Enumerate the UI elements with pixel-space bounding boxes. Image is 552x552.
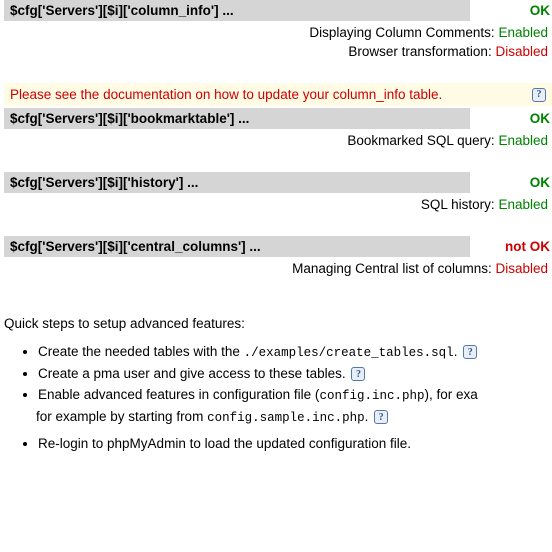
notice-text: Please see the documentation on how to u… <box>10 87 526 102</box>
list-item: Create the needed tables with the ./exam… <box>38 343 552 362</box>
cfg-label: $cfg['Servers'][$i]['central_columns'] .… <box>4 236 470 257</box>
cfg-status: OK <box>470 3 552 18</box>
code-path: config.sample.inc.php <box>207 411 365 425</box>
cfg-row-bookmarktable: $cfg['Servers'][$i]['bookmarktable'] ...… <box>4 108 552 129</box>
list-item: Enable advanced features in configuratio… <box>38 386 552 405</box>
list-item: Re-login to phpMyAdmin to load the updat… <box>38 435 552 453</box>
cfg-label: $cfg['Servers'][$i]['bookmarktable'] ... <box>4 108 470 129</box>
quick-steps-list-2: Re-login to phpMyAdmin to load the updat… <box>16 435 552 453</box>
feature-row: Browser transformation: Disabled <box>0 44 552 59</box>
section-central-columns: $cfg['Servers'][$i]['central_columns'] .… <box>0 236 552 276</box>
step-text: Enable advanced features in configuratio… <box>38 387 319 402</box>
feature-label: Managing Central list of columns: <box>292 261 492 276</box>
cfg-row-central-columns: $cfg['Servers'][$i]['central_columns'] .… <box>4 236 552 257</box>
step-text: Re-login to phpMyAdmin to load the updat… <box>38 436 411 451</box>
section-column-info: $cfg['Servers'][$i]['column_info'] ... O… <box>0 0 552 59</box>
feature-value: Disabled <box>495 44 548 59</box>
step-text: . <box>454 344 462 359</box>
cfg-row-column-info: $cfg['Servers'][$i]['column_info'] ... O… <box>4 0 552 21</box>
list-item: Create a pma user and give access to the… <box>38 365 552 383</box>
feature-label: SQL history: <box>421 197 495 212</box>
quick-steps-list: Create the needed tables with the ./exam… <box>16 343 552 405</box>
cfg-label: $cfg['Servers'][$i]['column_info'] ... <box>4 0 470 21</box>
code-path: ./examples/create_tables.sql <box>244 346 454 360</box>
feature-value: Enabled <box>498 133 548 148</box>
section-bookmarktable: $cfg['Servers'][$i]['bookmarktable'] ...… <box>0 108 552 148</box>
feature-row: Managing Central list of columns: Disabl… <box>0 261 552 276</box>
feature-value: Disabled <box>495 261 548 276</box>
help-icon[interactable]: ? <box>374 410 388 424</box>
quick-steps-title: Quick steps to setup advanced features: <box>4 316 552 331</box>
feature-value: Enabled <box>498 197 548 212</box>
cfg-label: $cfg['Servers'][$i]['history'] ... <box>4 172 470 193</box>
feature-label: Displaying Column Comments: <box>309 25 494 40</box>
feature-row: Displaying Column Comments: Enabled <box>0 25 552 40</box>
step-continuation: for example by starting from config.samp… <box>36 409 552 425</box>
section-history: $cfg['Servers'][$i]['history'] ... OK SQ… <box>0 172 552 212</box>
step-text: Create the needed tables with the <box>38 344 244 359</box>
help-icon[interactable]: ? <box>351 367 365 381</box>
step-text: ), for exa <box>424 387 477 402</box>
notice-column-info-update: Please see the documentation on how to u… <box>4 83 552 106</box>
code-path: config.inc.php <box>319 389 424 403</box>
feature-row: SQL history: Enabled <box>0 197 552 212</box>
step-text: . <box>365 409 373 424</box>
cfg-status: OK <box>470 175 552 190</box>
help-icon[interactable]: ? <box>463 345 477 359</box>
step-text: Create a pma user and give access to the… <box>38 366 349 381</box>
feature-value: Enabled <box>498 25 548 40</box>
feature-row: Bookmarked SQL query: Enabled <box>0 133 552 148</box>
cfg-status: not OK <box>470 239 552 254</box>
feature-label: Browser transformation: <box>348 44 491 59</box>
cfg-status: OK <box>470 111 552 126</box>
cfg-row-history: $cfg['Servers'][$i]['history'] ... OK <box>4 172 552 193</box>
feature-label: Bookmarked SQL query: <box>347 133 494 148</box>
step-text: for example by starting from <box>36 409 207 424</box>
help-icon[interactable]: ? <box>532 88 546 102</box>
